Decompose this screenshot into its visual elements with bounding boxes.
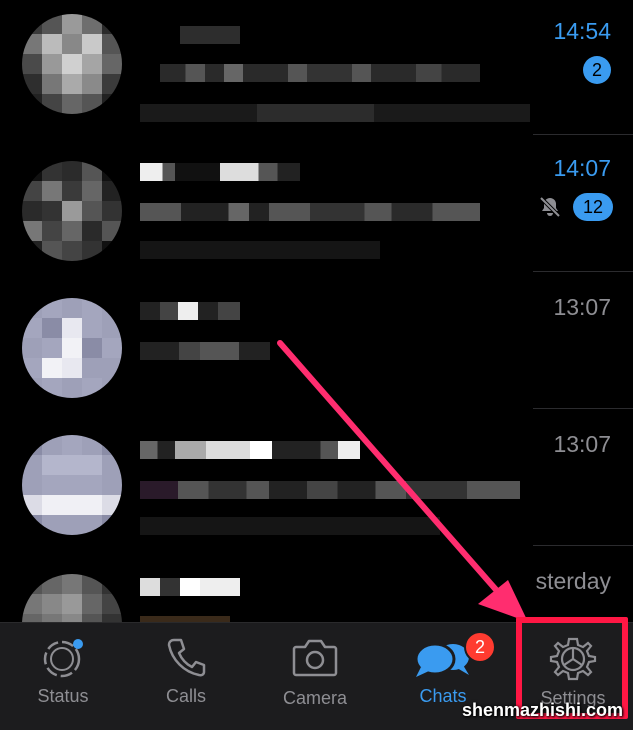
- row-separator: [533, 545, 633, 546]
- chat-timestamp: 14:54: [553, 18, 611, 44]
- chat-timestamp: 14:07: [553, 155, 611, 181]
- contact-avatar: [22, 435, 122, 535]
- blurred-message-preview: [140, 241, 380, 259]
- chat-list: 14:54 2 14:07 12 13:07 13:07 sterday: [0, 0, 633, 622]
- chat-timestamp: 13:07: [553, 431, 611, 457]
- tab-label: Status: [37, 686, 89, 706]
- chat-timestamp: sterday: [535, 568, 611, 594]
- row-separator: [533, 408, 633, 409]
- chat-row[interactable]: 13:07: [0, 274, 633, 411]
- contact-avatar: [22, 574, 122, 622]
- chat-row[interactable]: 14:07 12: [0, 137, 633, 274]
- chat-row[interactable]: 13:07: [0, 411, 633, 548]
- blurred-contact-name: [180, 26, 240, 44]
- blurred-message-preview: [140, 342, 270, 360]
- chats-unread-badge: 2: [464, 631, 496, 663]
- blurred-message-preview: [140, 203, 480, 221]
- blurred-contact-name: [140, 441, 360, 459]
- chat-row[interactable]: sterday: [0, 548, 633, 622]
- blurred-message-preview: [140, 104, 530, 122]
- blurred-message-preview: [160, 64, 480, 82]
- camera-icon: [292, 639, 338, 677]
- tab-calls[interactable]: Calls: [123, 623, 249, 730]
- contact-avatar: [22, 161, 122, 261]
- chat-timestamp: 13:07: [553, 294, 611, 320]
- blurred-contact-name: [140, 578, 240, 596]
- unread-count-badge: 12: [573, 193, 613, 221]
- phone-icon: [167, 638, 206, 677]
- tab-camera[interactable]: Camera: [252, 623, 378, 730]
- unread-count-badge: 2: [583, 56, 611, 84]
- tab-label: Camera: [282, 688, 348, 708]
- status-ring-icon: [43, 639, 83, 678]
- row-separator: [533, 271, 633, 272]
- blurred-contact-name: [140, 302, 240, 320]
- tab-status[interactable]: Status: [0, 623, 126, 730]
- tab-label: Calls: [165, 686, 206, 706]
- blurred-contact-name: [140, 163, 300, 181]
- muted-icon: [539, 196, 561, 218]
- watermark: shenmazhishi.com: [461, 700, 623, 720]
- contact-avatar: [22, 14, 122, 114]
- blurred-message-preview: [140, 481, 520, 499]
- blurred-message-preview: [140, 517, 440, 535]
- chat-row[interactable]: 14:54 2: [0, 0, 633, 137]
- contact-avatar: [22, 298, 122, 398]
- row-separator: [533, 134, 633, 135]
